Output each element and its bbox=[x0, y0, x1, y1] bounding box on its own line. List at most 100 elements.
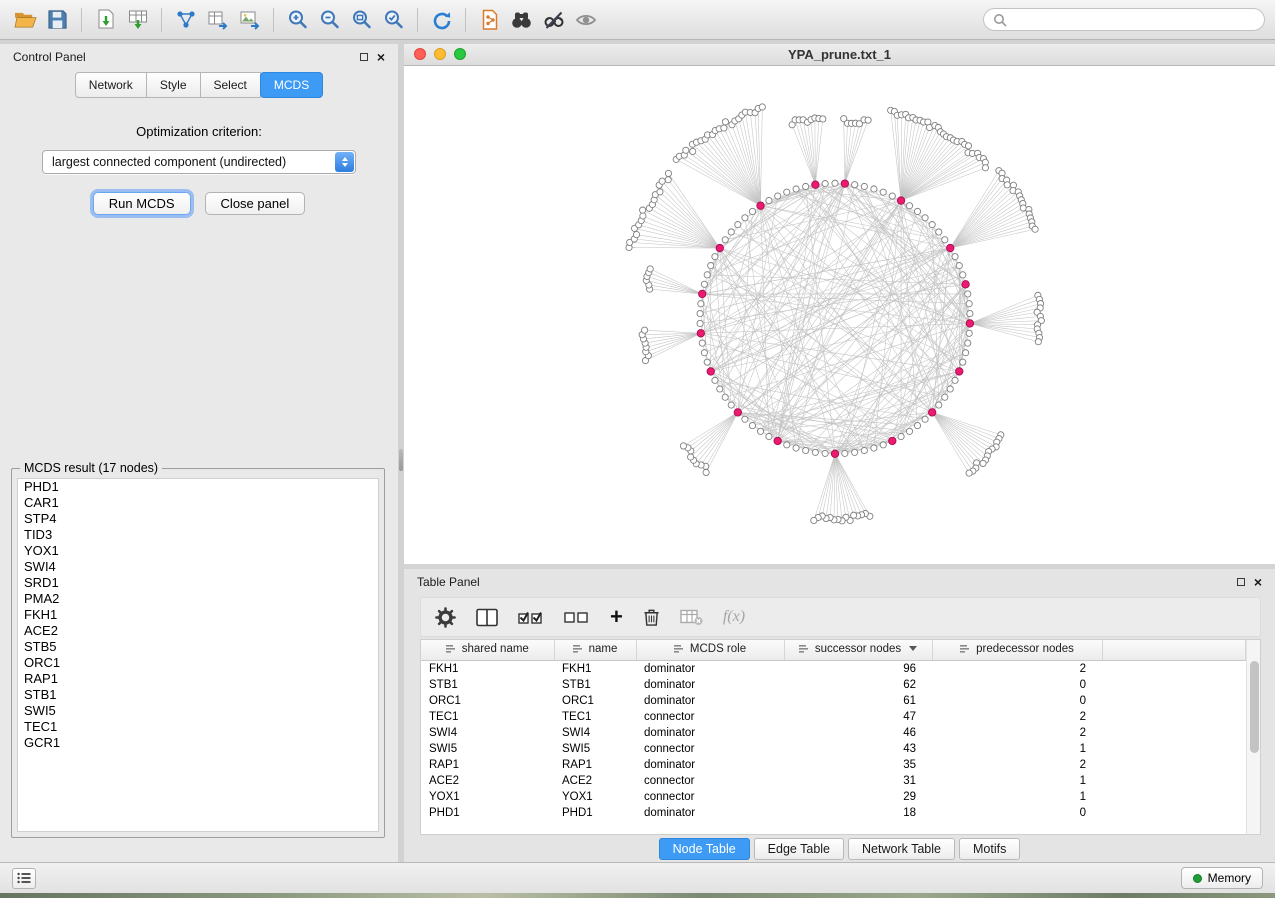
table-row[interactable]: SWI4SWI4dominator462 bbox=[421, 725, 1246, 741]
table-cell[interactable]: ORC1 bbox=[554, 693, 636, 709]
table-cell[interactable]: FKH1 bbox=[421, 660, 554, 677]
table-cell[interactable]: 1 bbox=[932, 741, 1102, 757]
scrollbar-thumb[interactable] bbox=[1250, 661, 1259, 753]
table-cell[interactable]: RAP1 bbox=[421, 757, 554, 773]
table-cell[interactable]: SWI4 bbox=[421, 725, 554, 741]
tab-network-table[interactable]: Network Table bbox=[848, 838, 955, 860]
network-node[interactable] bbox=[965, 143, 971, 149]
tab-mcds[interactable]: MCDS bbox=[260, 72, 323, 98]
table-cell[interactable]: 1 bbox=[932, 789, 1102, 805]
network-node[interactable] bbox=[728, 229, 734, 235]
network-node[interactable] bbox=[717, 386, 723, 392]
table-cell[interactable]: 43 bbox=[784, 741, 932, 757]
network-node[interactable] bbox=[942, 394, 948, 400]
network-node[interactable] bbox=[728, 402, 734, 408]
network-node[interactable] bbox=[832, 180, 838, 186]
network-node[interactable] bbox=[965, 340, 971, 346]
network-node[interactable] bbox=[967, 310, 973, 316]
mcds-result-item[interactable]: TEC1 bbox=[18, 719, 378, 735]
table-cell[interactable]: dominator bbox=[636, 725, 784, 741]
table-cell[interactable]: 96 bbox=[784, 660, 932, 677]
network-node[interactable] bbox=[749, 208, 755, 214]
tab-select[interactable]: Select bbox=[200, 72, 261, 98]
network-node[interactable] bbox=[1035, 339, 1041, 345]
network-node[interactable] bbox=[701, 281, 707, 287]
network-node[interactable] bbox=[701, 350, 707, 356]
network-node[interactable] bbox=[960, 272, 966, 278]
table-cell[interactable]: 1 bbox=[932, 773, 1102, 789]
table-cell[interactable]: STB1 bbox=[554, 677, 636, 693]
table-cell[interactable]: 2 bbox=[932, 725, 1102, 741]
table-cell[interactable]: 0 bbox=[932, 693, 1102, 709]
column-header-mcds-role[interactable]: MCDS role bbox=[636, 640, 784, 660]
dominator-node[interactable] bbox=[928, 409, 935, 416]
network-node[interactable] bbox=[1032, 226, 1038, 232]
table-cell[interactable]: dominator bbox=[636, 677, 784, 693]
dominator-node[interactable] bbox=[812, 181, 819, 188]
network-canvas[interactable] bbox=[404, 66, 1275, 564]
network-node[interactable] bbox=[966, 470, 972, 476]
table-row[interactable]: PHD1PHD1dominator180 bbox=[421, 805, 1246, 821]
network-window-titlebar[interactable]: YPA_prune.txt_1 bbox=[404, 44, 1275, 66]
mcds-result-item[interactable]: PHD1 bbox=[18, 479, 378, 495]
table-row[interactable]: ACE2ACE2connector311 bbox=[421, 773, 1246, 789]
export-table-icon[interactable] bbox=[202, 5, 233, 35]
table-cell[interactable]: 29 bbox=[784, 789, 932, 805]
table-cell[interactable]: ACE2 bbox=[421, 773, 554, 789]
network-node[interactable] bbox=[811, 517, 817, 523]
table-cell[interactable]: 2 bbox=[932, 709, 1102, 725]
network-node[interactable] bbox=[742, 215, 748, 221]
memory-button[interactable]: Memory bbox=[1181, 867, 1263, 889]
network-node[interactable] bbox=[889, 193, 895, 199]
network-node[interactable] bbox=[952, 377, 958, 383]
new-network-icon[interactable] bbox=[170, 5, 201, 35]
network-node[interactable] bbox=[966, 330, 972, 336]
table-cell[interactable]: FKH1 bbox=[554, 660, 636, 677]
mcds-result-item[interactable]: TID3 bbox=[18, 527, 378, 543]
network-node[interactable] bbox=[865, 117, 871, 123]
network-node[interactable] bbox=[712, 377, 718, 383]
float-table-panel-icon[interactable] bbox=[1237, 578, 1245, 586]
search-network-icon[interactable] bbox=[506, 5, 537, 35]
network-node[interactable] bbox=[956, 262, 962, 268]
tab-edge-table[interactable]: Edge Table bbox=[754, 838, 844, 860]
network-node[interactable] bbox=[952, 254, 958, 260]
dominator-node[interactable] bbox=[841, 180, 848, 187]
column-header-predecessor-nodes[interactable]: predecessor nodes bbox=[932, 640, 1102, 660]
close-panel-button[interactable]: Close panel bbox=[205, 192, 306, 215]
network-node[interactable] bbox=[704, 272, 710, 278]
network-node[interactable] bbox=[922, 215, 928, 221]
mcds-result-item[interactable]: RAP1 bbox=[18, 671, 378, 687]
table-cell[interactable]: SWI4 bbox=[554, 725, 636, 741]
network-node[interactable] bbox=[757, 428, 763, 434]
table-row[interactable]: STB1STB1dominator620 bbox=[421, 677, 1246, 693]
table-cell[interactable]: 61 bbox=[784, 693, 932, 709]
column-header-name[interactable]: name bbox=[554, 640, 636, 660]
network-node[interactable] bbox=[712, 254, 718, 260]
network-node[interactable] bbox=[642, 327, 648, 333]
table-row[interactable]: FKH1FKH1dominator962 bbox=[421, 660, 1246, 677]
dominator-node[interactable] bbox=[716, 244, 723, 251]
network-node[interactable] bbox=[871, 445, 877, 451]
table-cell[interactable]: 18 bbox=[784, 805, 932, 821]
network-node[interactable] bbox=[680, 443, 686, 449]
network-node[interactable] bbox=[906, 428, 912, 434]
select-all-icon[interactable] bbox=[518, 604, 544, 630]
network-node[interactable] bbox=[982, 165, 988, 171]
network-node[interactable] bbox=[803, 183, 809, 189]
network-node[interactable] bbox=[665, 177, 671, 183]
column-header-successor-nodes[interactable]: successor nodes bbox=[784, 640, 932, 660]
network-node[interactable] bbox=[906, 203, 912, 209]
network-node[interactable] bbox=[659, 178, 665, 184]
dominator-node[interactable] bbox=[757, 202, 764, 209]
network-node[interactable] bbox=[898, 433, 904, 439]
float-panel-icon[interactable] bbox=[360, 53, 368, 61]
mcds-result-item[interactable]: ACE2 bbox=[18, 623, 378, 639]
network-node[interactable] bbox=[914, 422, 920, 428]
network-node[interactable] bbox=[861, 447, 867, 453]
table-row[interactable]: SWI5SWI5connector431 bbox=[421, 741, 1246, 757]
network-node[interactable] bbox=[842, 450, 848, 456]
dominator-node[interactable] bbox=[889, 437, 896, 444]
close-table-panel-icon[interactable]: × bbox=[1254, 577, 1262, 587]
table-cell[interactable]: PHD1 bbox=[421, 805, 554, 821]
